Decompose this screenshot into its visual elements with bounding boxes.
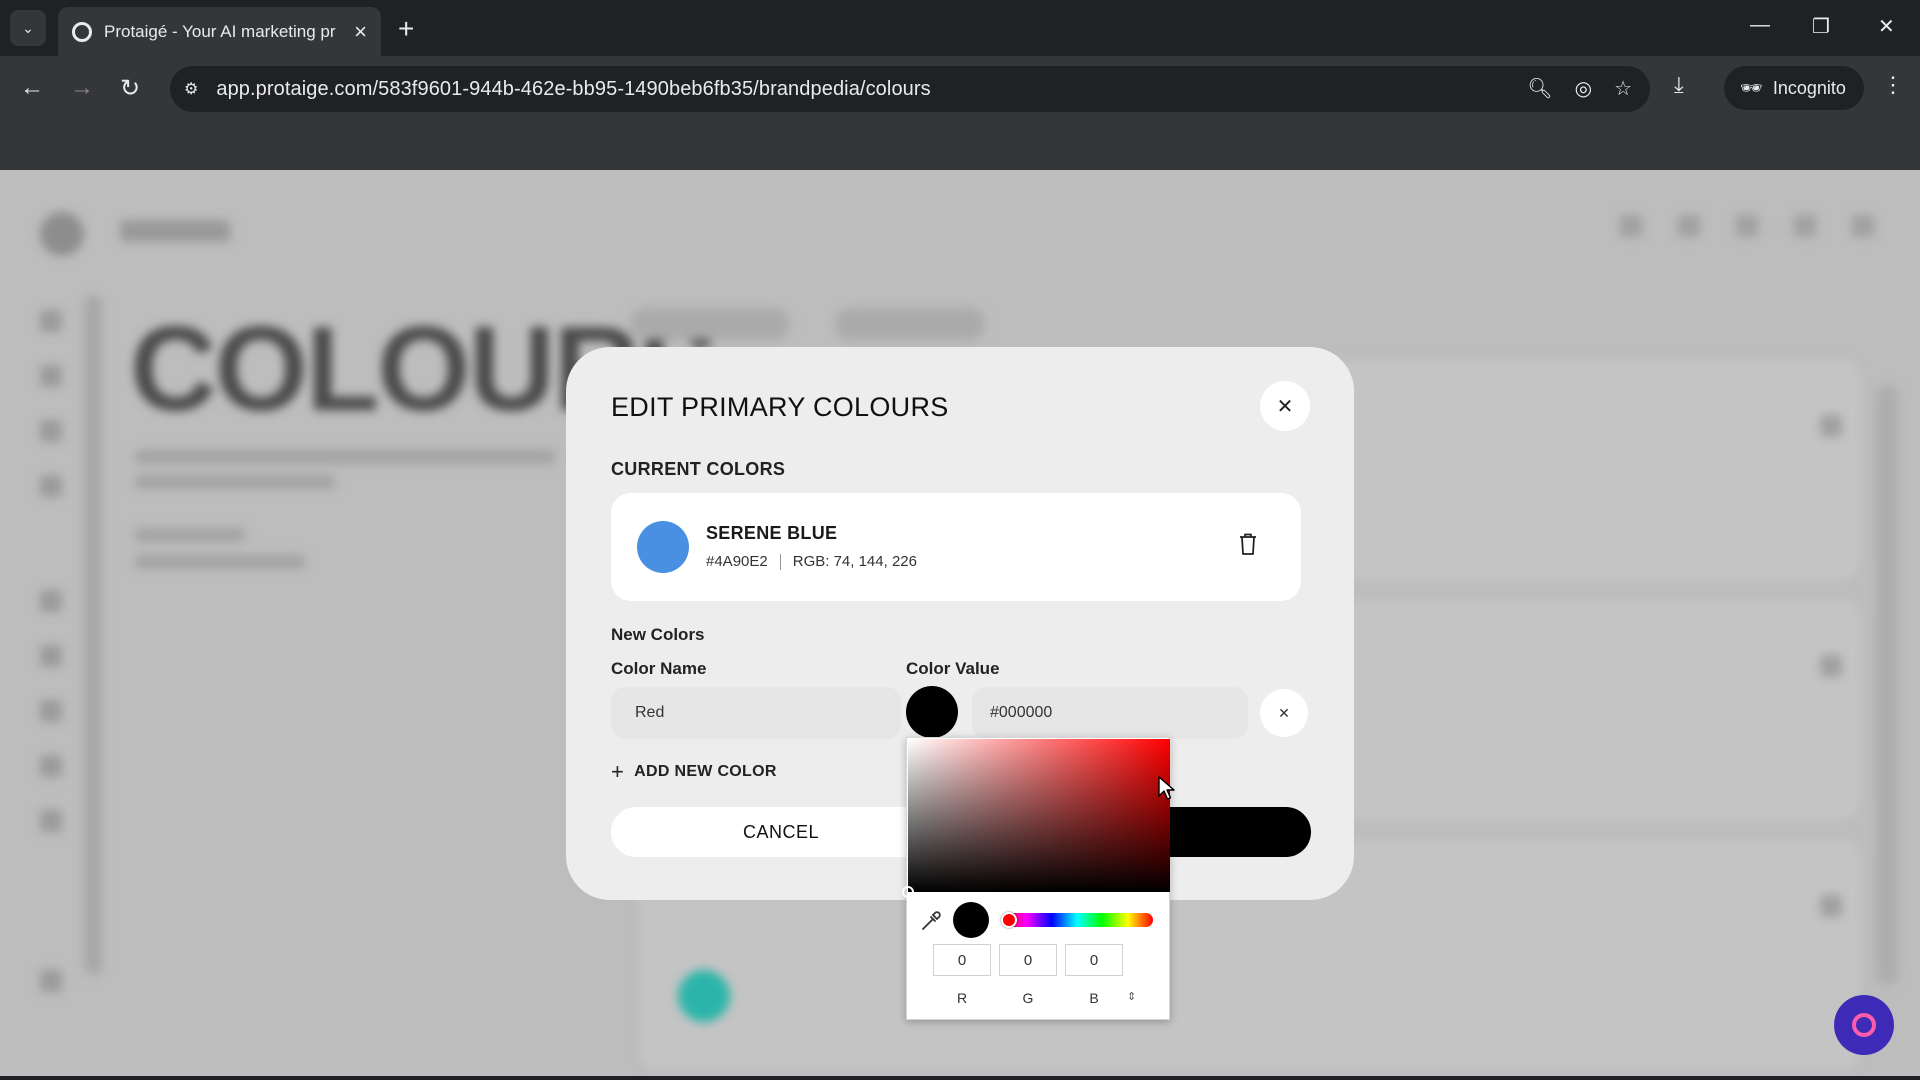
bg-text-line [135,528,245,542]
sidebar-icon [40,365,62,387]
download-icon[interactable]: ⤓ [1674,72,1684,98]
blue-input[interactable] [1065,944,1123,976]
new-tab-plus-icon[interactable]: + [398,13,414,45]
chat-logo-icon [1852,1013,1876,1037]
bookmark-strip [0,120,1920,170]
back-arrow-icon[interactable]: ← [20,74,44,102]
tab-close-icon[interactable]: × [354,19,367,45]
card-edit-icon [1820,655,1842,677]
app-brand [120,220,230,242]
restore-icon[interactable]: ❐ [1812,14,1830,39]
bg-text-line [135,475,335,489]
sidebar-icon [40,755,62,777]
current-color-hex: #4A90E2 [706,553,768,570]
address-url[interactable]: app.protaige.com/583f9601-944b-462e-bb95… [216,78,930,101]
zoom-icon[interactable]: 🔍︎ [1527,76,1552,101]
current-color-card: SERENE BLUE #4A90E2 RGB: 74, 144, 226 [611,493,1301,601]
address-bar[interactable]: ⚙ app.protaige.com/583f9601-944b-462e-bb… [170,66,1650,112]
plus-icon: + [611,759,625,784]
color-value-input[interactable] [972,687,1248,739]
blue-label: B [1089,990,1099,1006]
hue-slider[interactable] [1001,913,1153,927]
red-label: R [956,990,968,1006]
color-name-input[interactable] [611,687,901,739]
header-icon [1852,215,1874,237]
trash-icon[interactable] [1239,533,1257,555]
add-new-color-label: ADD NEW COLOR [634,763,777,780]
mouse-cursor-icon [1158,776,1175,800]
modal-close-button[interactable]: ✕ [1260,381,1310,431]
sidebar-icon [40,475,62,497]
site-info-icon[interactable]: ⚙ [184,79,198,99]
new-colors-label: New Colors [611,625,705,644]
saturation-area[interactable] [902,739,1170,898]
green-label: G [1022,990,1034,1006]
bookmark-star-icon[interactable]: ☆ [1614,76,1632,101]
bg-tab [630,308,790,340]
sidebar-icon [40,700,62,722]
browser-toolbar: ← → ↻ ⚙ app.protaige.com/583f9601-944b-4… [0,56,1920,120]
hue-handle[interactable] [1001,912,1017,928]
remove-new-color-button[interactable]: ✕ [1260,689,1308,737]
bg-text-line [135,555,305,569]
current-color-swatch [637,521,689,573]
chat-assistant-button[interactable] [1834,995,1894,1055]
browser-tab[interactable]: Protaigé - Your AI marketing pr × [58,7,381,56]
sidebar-icon [40,590,62,612]
cancel-label: CANCEL [742,821,820,842]
incognito-badge[interactable]: 🕶︎ Incognito [1724,66,1864,110]
bg-tab [835,308,985,340]
current-color-name: SERENE BLUE [706,523,838,543]
current-colors-label: CURRENT COLORS [611,459,786,479]
color-preview [953,902,989,938]
current-color-rgb: RGB: 74, 144, 226 [792,553,917,570]
eyedropper-icon[interactable] [921,911,941,931]
cancel-button[interactable]: CANCEL [611,807,951,857]
sidebar-icon [40,970,62,992]
bg-teal-swatch [678,970,730,1022]
tab-title: Protaigé - Your AI marketing pr [104,21,336,41]
window-close-icon[interactable]: ✕ [1878,14,1895,39]
incognito-label: Incognito [1772,77,1846,98]
header-icon [1678,215,1700,237]
sidebar-icon [40,645,62,667]
sidebar-icon [40,810,62,832]
protaige-favicon-icon [72,21,92,42]
omnibox-actions: 🔍︎ ◎ ☆ [1527,76,1632,101]
current-color-meta: #4A90E2 RGB: 74, 144, 226 [706,553,917,570]
incognito-icon: 🕶︎ [1740,77,1763,98]
card-edit-icon [1820,415,1842,437]
header-icon [1736,215,1758,237]
sidebar-track [84,295,102,975]
color-name-label: Color Name [611,659,707,678]
color-value-swatch[interactable] [906,686,958,738]
red-input[interactable] [933,944,991,976]
header-icon [1620,215,1642,237]
minimize-icon[interactable]: — [1750,14,1770,37]
browser-tab-bar: ⌄ Protaigé - Your AI marketing pr × + — … [0,0,1920,56]
card-edit-icon [1820,895,1842,917]
header-icon [1794,215,1816,237]
reload-icon[interactable]: ↻ [120,74,140,103]
page-scrollbar [1876,385,1898,985]
browser-menu-icon[interactable]: ⋮ [1882,72,1904,98]
sidebar-icon [40,420,62,442]
tab-search-chevron-icon[interactable]: ⌄ [10,10,46,46]
modal-title: EDIT PRIMARY COLOURS [611,392,949,422]
add-new-color-button[interactable]: + ADD NEW COLOR [611,759,777,785]
close-icon: ✕ [1276,395,1294,418]
color-picker-popover: R G B ⇕ [902,737,1170,1020]
close-icon: ✕ [1278,704,1290,721]
color-value-label: Color Value [906,659,1000,678]
window-bottom-edge [0,1076,1920,1080]
meta-divider [779,553,781,570]
app-logo [40,212,84,256]
format-toggle-icon[interactable]: ⇕ [1127,990,1136,1003]
saturation-handle[interactable] [902,886,914,898]
sidebar-icon [40,310,62,332]
bg-text-line [135,450,555,464]
forward-arrow-icon[interactable]: → [70,74,94,102]
eye-off-icon[interactable]: ◎ [1575,76,1592,101]
green-input[interactable] [999,944,1057,976]
